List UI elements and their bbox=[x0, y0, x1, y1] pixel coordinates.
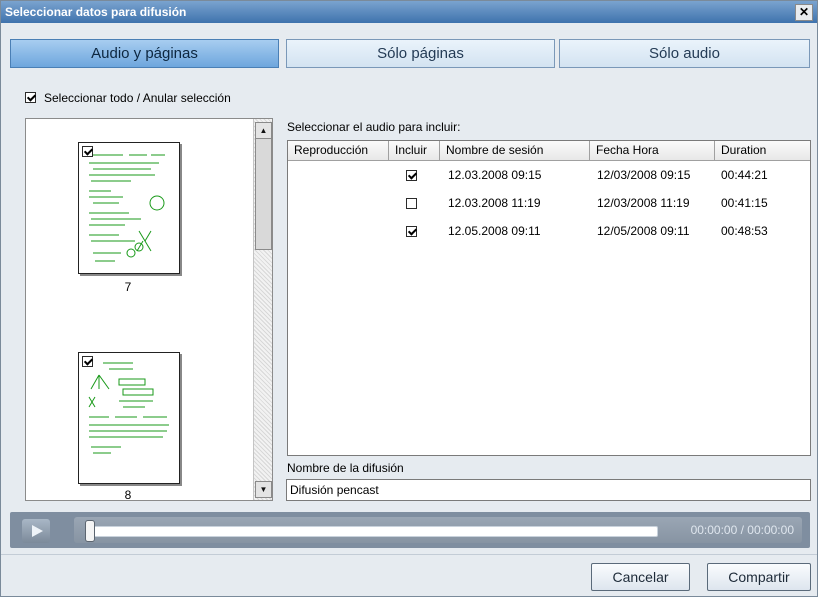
column-playback[interactable]: Reproducción bbox=[288, 141, 389, 160]
table-row[interactable]: 12.05.2008 09:11 12/05/2008 09:11 00:48:… bbox=[288, 221, 810, 243]
column-include[interactable]: Incluir bbox=[389, 141, 440, 160]
footer-divider bbox=[1, 554, 817, 555]
page-sketch-7 bbox=[89, 154, 165, 262]
page-checkbox[interactable] bbox=[82, 356, 93, 367]
dialog-window: Seleccionar datos para difusión ✕ Audio … bbox=[0, 0, 818, 597]
page-list-scrollbar[interactable]: ▲ ▼ bbox=[253, 119, 272, 500]
close-icon[interactable]: ✕ bbox=[795, 4, 813, 21]
page-thumbnail-list[interactable]: 7 8 ▲ ▼ bbox=[25, 118, 273, 501]
page-sketch-8 bbox=[88, 362, 169, 454]
select-all-checkbox[interactable] bbox=[25, 92, 36, 104]
select-all-toggle[interactable]: Seleccionar todo / Anular selección bbox=[25, 90, 231, 106]
session-duration: 00:41:15 bbox=[721, 196, 768, 210]
play-icon[interactable] bbox=[22, 519, 50, 543]
cancel-button[interactable]: Cancelar bbox=[591, 563, 690, 591]
table-row[interactable]: 12.03.2008 11:19 12/03/2008 11:19 00:41:… bbox=[288, 193, 810, 215]
audio-player: 00:00:00 / 00:00:00 bbox=[10, 512, 810, 548]
session-duration: 00:44:21 bbox=[721, 168, 768, 182]
session-name: 12.05.2008 09:11 bbox=[448, 224, 541, 238]
page-checkbox[interactable] bbox=[82, 146, 93, 157]
broadcast-name-input[interactable] bbox=[286, 479, 811, 501]
tab-audio-and-pages[interactable]: Audio y páginas bbox=[10, 39, 279, 68]
column-duration[interactable]: Duration bbox=[715, 141, 810, 160]
include-checkbox[interactable] bbox=[406, 198, 417, 209]
session-duration: 00:48:53 bbox=[721, 224, 768, 238]
session-datetime: 12/03/2008 09:15 bbox=[597, 168, 691, 182]
seek-track[interactable]: 00:00:00 / 00:00:00 bbox=[74, 517, 802, 543]
page-number: 7 bbox=[124, 280, 132, 294]
session-name: 12.03.2008 09:15 bbox=[448, 168, 542, 182]
tab-audio-only[interactable]: Sólo audio bbox=[559, 39, 810, 68]
share-button[interactable]: Compartir bbox=[707, 563, 811, 591]
column-datetime[interactable]: Fecha Hora bbox=[590, 141, 715, 160]
tab-pages-only[interactable]: Sólo páginas bbox=[286, 39, 555, 68]
title-bar[interactable]: Seleccionar datos para difusión ✕ bbox=[1, 1, 817, 23]
progress-bar[interactable] bbox=[86, 526, 658, 537]
audio-table: Reproducción Incluir Nombre de sesión Fe… bbox=[287, 140, 811, 456]
scrollbar-thumb[interactable] bbox=[255, 138, 272, 250]
page-thumbnail[interactable] bbox=[78, 352, 180, 484]
broadcast-name-label: Nombre de la difusión bbox=[287, 461, 404, 475]
session-name: 12.03.2008 11:19 bbox=[448, 196, 541, 210]
audio-table-header: Reproducción Incluir Nombre de sesión Fe… bbox=[288, 141, 810, 161]
window-title: Seleccionar datos para difusión bbox=[5, 5, 187, 19]
include-checkbox[interactable] bbox=[406, 226, 417, 237]
include-checkbox[interactable] bbox=[406, 170, 417, 181]
table-row[interactable]: 12.03.2008 09:15 12/03/2008 09:15 00:44:… bbox=[288, 165, 810, 187]
scroll-up-icon[interactable]: ▲ bbox=[255, 122, 272, 139]
column-session-name[interactable]: Nombre de sesión bbox=[440, 141, 590, 160]
select-all-label: Seleccionar todo / Anular selección bbox=[44, 91, 231, 105]
page-thumbnail[interactable] bbox=[78, 142, 180, 274]
seek-handle[interactable] bbox=[85, 520, 95, 542]
page-number: 8 bbox=[124, 488, 132, 501]
session-datetime: 12/03/2008 11:19 bbox=[597, 196, 690, 210]
audio-section-label: Seleccionar el audio para incluir: bbox=[287, 120, 461, 134]
session-datetime: 12/05/2008 09:11 bbox=[597, 224, 690, 238]
mode-tabs: Audio y páginas Sólo páginas Sólo audio bbox=[10, 39, 810, 68]
scroll-down-icon[interactable]: ▼ bbox=[255, 481, 272, 498]
timecode: 00:00:00 / 00:00:00 bbox=[690, 523, 794, 537]
